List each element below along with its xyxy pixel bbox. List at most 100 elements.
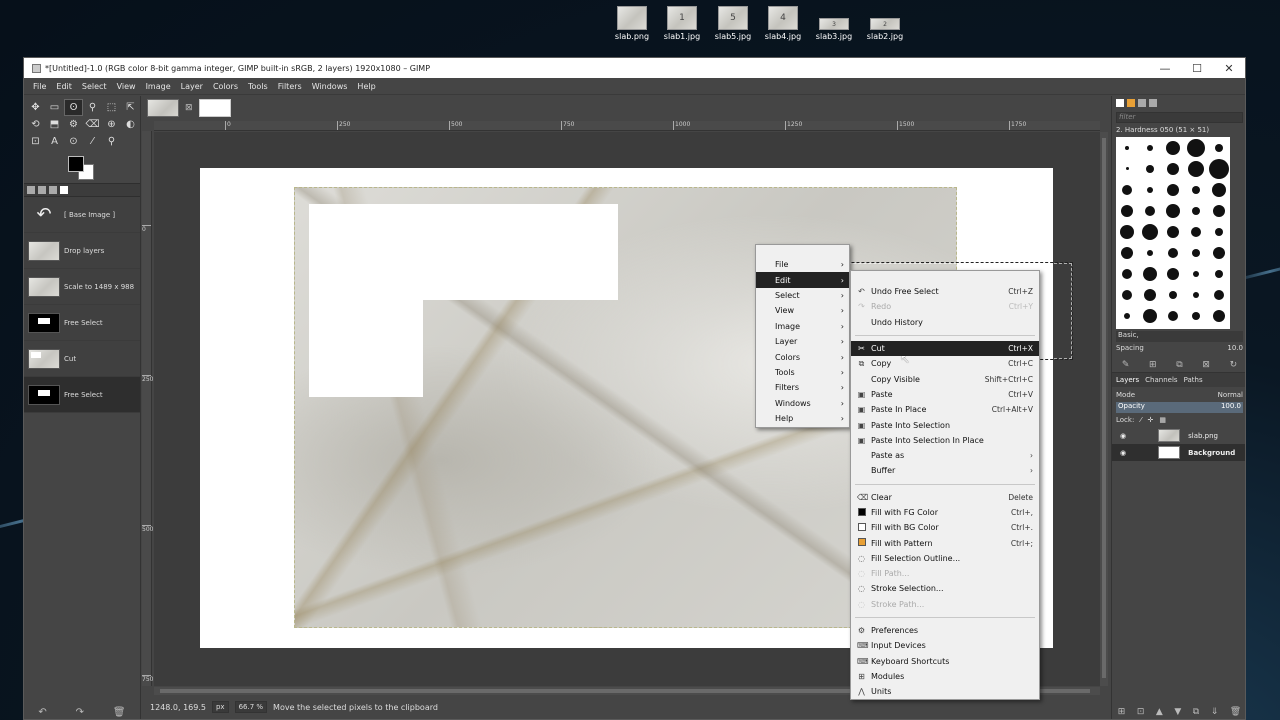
edit-menu-undo-free-select[interactable]: ↶ Undo Free Select Ctrl+Z <box>851 284 1039 299</box>
context-menu-edit[interactable]: Edit › <box>756 272 849 288</box>
free-select-icon[interactable]: ʘ <box>64 99 83 116</box>
patterns-tab-icon[interactable] <box>1127 99 1135 107</box>
brush-preview[interactable] <box>1184 158 1207 179</box>
brush-preview[interactable] <box>1162 284 1185 305</box>
delete-layer-icon[interactable]: 🗑 <box>1230 707 1241 717</box>
duplicate-brush-icon[interactable]: ⧉ <box>1176 360 1182 370</box>
edit-menu-preferences[interactable]: ⚙ Preferences <box>851 623 1039 638</box>
menu-file[interactable]: File <box>28 82 51 91</box>
brush-preview[interactable] <box>1207 284 1230 305</box>
context-menu-windows[interactable]: Windows › <box>756 396 849 411</box>
context-menu-file[interactable]: File › <box>756 257 849 272</box>
brush-preview[interactable] <box>1116 263 1139 284</box>
brush-preview[interactable] <box>1116 221 1139 242</box>
menu-filters[interactable]: Filters <box>273 82 307 91</box>
undo-history-tab-icon[interactable] <box>60 186 68 194</box>
brush-preview[interactable] <box>1139 200 1162 221</box>
brush-preview[interactable] <box>1184 305 1207 326</box>
raise-layer-icon[interactable]: ▲ <box>1156 707 1163 717</box>
edit-brush-icon[interactable]: ✎ <box>1122 360 1130 370</box>
zoom-icon[interactable]: ⚲ <box>102 133 121 150</box>
brush-preview[interactable] <box>1139 158 1162 179</box>
tab-paths[interactable]: Paths <box>1184 376 1203 384</box>
brush-preview[interactable] <box>1116 158 1139 179</box>
document-history-tab-icon[interactable] <box>1149 99 1157 107</box>
measure-icon[interactable] <box>121 133 140 150</box>
brush-preview[interactable] <box>1184 263 1207 284</box>
menu-colors[interactable]: Colors <box>208 82 243 91</box>
new-group-icon[interactable]: ⊡ <box>1137 707 1145 717</box>
minimize-button[interactable]: — <box>1149 62 1181 75</box>
eye-icon[interactable]: ◉ <box>1120 449 1126 457</box>
edit-menu-fill-with-fg-color[interactable]: Fill with FG Color Ctrl+, <box>851 505 1039 520</box>
desktop-file-icon[interactable]: 2 slab2.jpg <box>865 6 905 41</box>
undo-history-item[interactable]: Drop layers <box>24 233 140 269</box>
menu-tools[interactable]: Tools <box>243 82 273 91</box>
context-menu-filters[interactable]: Filters › <box>756 380 849 395</box>
undo-history-item[interactable]: ↶ [ Base Image ] <box>24 197 140 233</box>
context-menu-image[interactable]: Image › <box>756 319 849 334</box>
brush-preview[interactable] <box>1162 242 1185 263</box>
undo-history-item[interactable]: Cut <box>24 341 140 377</box>
edit-menu-paste-into-selection[interactable]: ▣ Paste Into Selection <box>851 417 1039 432</box>
opacity-slider[interactable]: Opacity 100.0 <box>1116 402 1243 413</box>
brush-preview[interactable] <box>1139 242 1162 263</box>
layer-row-background[interactable]: ◉ Background <box>1112 444 1245 461</box>
brush-preview[interactable] <box>1162 158 1185 179</box>
desktop-file-icon[interactable]: 4 slab4.jpg <box>763 6 803 41</box>
edit-menu-cut[interactable]: ✂ Cut Ctrl+X <box>851 340 1039 357</box>
brush-preview[interactable] <box>1207 305 1230 326</box>
undo-icon[interactable]: ↶ <box>38 707 46 718</box>
undo-history-item[interactable]: Scale to 1489 x 988 <box>24 269 140 305</box>
paths-icon[interactable]: ⁄ <box>83 133 102 150</box>
crop-icon[interactable]: ⬚ <box>102 99 121 116</box>
fonts-tab-icon[interactable] <box>1138 99 1146 107</box>
color-picker-icon[interactable]: ⊙ <box>64 133 83 150</box>
edit-menu-paste-in-place[interactable]: ▣ Paste In Place Ctrl+Alt+V <box>851 402 1039 417</box>
menu-windows[interactable]: Windows <box>307 82 353 91</box>
duplicate-layer-icon[interactable]: ⧉ <box>1193 707 1199 717</box>
edit-menu-buffer[interactable]: Buffer › <box>851 463 1039 478</box>
horizontal-ruler[interactable]: 0 250 500 750 1000 1250 1500 1750 <box>154 121 1100 131</box>
brush-preview[interactable] <box>1162 179 1185 200</box>
new-layer-icon[interactable]: ⊞ <box>1118 707 1126 717</box>
fuzzy-select-icon[interactable]: ⚲ <box>83 99 102 116</box>
mode-select[interactable]: Normal <box>1218 391 1243 399</box>
brush-preview[interactable] <box>1162 263 1185 284</box>
lock-position-icon[interactable]: ✛ <box>1148 416 1154 424</box>
lock-pixels-icon[interactable]: ⁄ <box>1140 416 1141 424</box>
brush-preview[interactable] <box>1207 158 1230 179</box>
brush-filter-input[interactable]: filter <box>1116 112 1243 123</box>
delete-brush-icon[interactable]: ⊠ <box>1202 360 1210 370</box>
brush-preview[interactable] <box>1116 179 1139 200</box>
brush-preview[interactable] <box>1207 242 1230 263</box>
tab-layers[interactable]: Layers <box>1116 376 1139 384</box>
undo-history-item[interactable]: Free Select <box>24 305 140 341</box>
menu-image[interactable]: Image <box>141 82 176 91</box>
edit-menu-stroke-selection[interactable]: ◌ Stroke Selection... <box>851 581 1039 596</box>
brush-preview[interactable] <box>1207 137 1230 158</box>
edit-menu-modules[interactable]: ⊞ Modules <box>851 669 1039 684</box>
context-menu-layer[interactable]: Layer › <box>756 334 849 349</box>
brush-preview[interactable] <box>1184 284 1207 305</box>
merge-down-icon[interactable]: ⇓ <box>1211 707 1219 717</box>
edit-menu-clear[interactable]: ⌫ Clear Delete <box>851 490 1039 505</box>
edit-menu-fill-selection-outline[interactable]: ◌ Fill Selection Outline... <box>851 551 1039 566</box>
brush-preview[interactable] <box>1184 242 1207 263</box>
brush-preview[interactable] <box>1139 263 1162 284</box>
context-menu-view[interactable]: View › <box>756 303 849 318</box>
brushes-tab-icon[interactable] <box>1116 99 1124 107</box>
brush-preview[interactable] <box>1116 200 1139 221</box>
edit-menu-input-devices[interactable]: ⌨ Input Devices <box>851 638 1039 653</box>
edit-menu-undo-history[interactable]: Undo History <box>851 315 1039 330</box>
brush-preview[interactable] <box>1116 137 1139 158</box>
menu-help[interactable]: Help <box>352 82 380 91</box>
brush-preview[interactable] <box>1139 221 1162 242</box>
brush-preview[interactable] <box>1207 179 1230 200</box>
zoom-select[interactable]: 66.7 % <box>234 701 268 713</box>
paint-icon[interactable]: ⚙ <box>64 116 83 133</box>
tool-options-tab-icon[interactable] <box>27 186 35 194</box>
brush-preview[interactable] <box>1162 200 1185 221</box>
close-tab-icon[interactable]: ⊠ <box>185 103 193 113</box>
brush-preview[interactable] <box>1162 137 1185 158</box>
